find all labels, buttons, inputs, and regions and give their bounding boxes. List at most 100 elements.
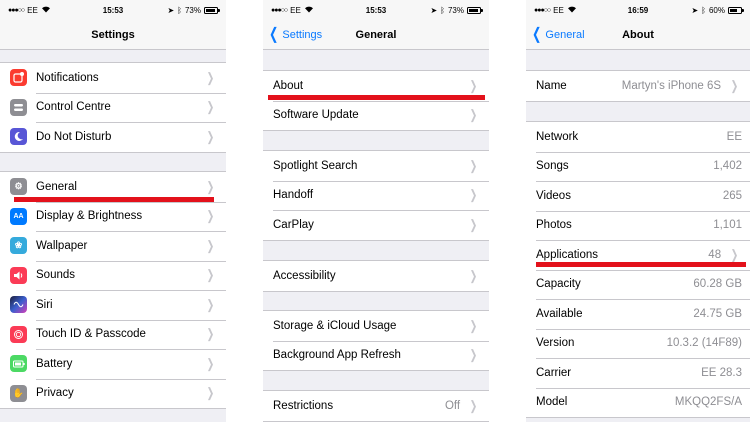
general-row-handoff[interactable]: Handoff ❯ — [263, 180, 489, 211]
row-value: 10.3.2 (14F89) — [666, 337, 742, 350]
settings-row-do-not-disturb[interactable]: Do Not Disturb ❯ — [0, 122, 226, 152]
row-label: Display & Brightness — [36, 210, 143, 223]
carrier-label: EE — [290, 5, 301, 15]
row-label: Capacity — [536, 278, 581, 291]
carrier-label: EE — [27, 5, 38, 15]
settings-row-display-brightness[interactable]: AA Display & Brightness ❯ — [0, 201, 226, 232]
chevron-right-icon: ❯ — [730, 77, 739, 93]
settings-row-control-centre[interactable]: Control Centre ❯ — [0, 92, 226, 123]
row-label: Available — [536, 307, 583, 320]
chevron-right-icon: ❯ — [469, 187, 478, 203]
bluetooth-icon: ᛒ — [177, 5, 182, 15]
control-centre-icon — [10, 98, 27, 116]
general-row-software-update[interactable]: Software Update ❯ — [263, 100, 489, 131]
chevron-right-icon: ❯ — [206, 178, 215, 194]
row-label: Control Centre — [36, 101, 111, 114]
general-row-accessibility[interactable]: Accessibility ❯ — [263, 261, 489, 291]
row-label: Photos — [536, 219, 572, 232]
about-row-videos: Videos 265 — [526, 181, 750, 211]
chevron-right-icon: ❯ — [469, 216, 478, 232]
general-group-search: Spotlight Search ❯ Handoff ❯ CarPlay ❯ — [263, 150, 489, 241]
row-value: 1,101 — [713, 219, 742, 232]
back-button[interactable]: ❮ Settings — [267, 20, 322, 50]
back-label: Settings — [282, 29, 323, 41]
navigation-bar: ❮ General About — [526, 20, 750, 50]
about-row-name[interactable]: Name Martyn's iPhone 6S ❯ — [526, 71, 750, 101]
signal-icon: ●●●○○ — [8, 6, 25, 14]
settings-row-sounds[interactable]: Sounds ❯ — [0, 260, 226, 291]
about-row-available: Available 24.75 GB — [526, 299, 750, 329]
row-value: EE — [726, 130, 742, 143]
row-label: Touch ID & Passcode — [36, 328, 146, 341]
battery-percent: 73% — [184, 5, 201, 15]
chevron-left-icon: ❮ — [532, 26, 542, 43]
settings-row-siri[interactable]: Siri ❯ — [0, 290, 226, 320]
about-group-details: Network EE Songs 1,402 Videos 265 Photos… — [526, 121, 750, 418]
about-group-name: Name Martyn's iPhone 6S ❯ — [526, 70, 750, 102]
row-label: Model — [536, 396, 568, 409]
about-row-model: Model MKQQ2FS/A — [526, 387, 750, 418]
row-label: Do Not Disturb — [36, 130, 112, 143]
settings-row-battery[interactable]: Battery ❯ — [0, 349, 226, 379]
settings-screen: ●●●○○ EE 15:53 ➤ ᛒ 73% Settings Notifica… — [0, 0, 226, 422]
settings-row-notifications[interactable]: Notifications ❯ — [0, 63, 226, 93]
status-bar: ●●●○○ EE 15:53 ➤ ᛒ 73% — [0, 0, 226, 20]
page-title: Settings — [91, 28, 135, 41]
chevron-right-icon: ❯ — [206, 296, 215, 312]
row-value: 265 — [722, 189, 742, 202]
highlight-underline — [268, 95, 485, 100]
page-title: About — [622, 28, 654, 41]
general-row-restrictions[interactable]: Restrictions Off ❯ — [263, 391, 489, 421]
chevron-right-icon: ❯ — [206, 69, 215, 85]
row-label: Notifications — [36, 71, 99, 84]
row-label: Videos — [536, 189, 571, 202]
general-row-spotlight-search[interactable]: Spotlight Search ❯ — [263, 151, 489, 181]
gear-icon: ⚙ — [10, 178, 27, 196]
chevron-right-icon: ❯ — [469, 77, 478, 93]
about-row-songs: Songs 1,402 — [526, 151, 750, 182]
signal-icon: ●●●○○ — [271, 6, 288, 14]
chevron-right-icon: ❯ — [206, 208, 215, 224]
settings-row-wallpaper[interactable]: ❀ Wallpaper ❯ — [0, 231, 226, 261]
settings-group-main: ⚙ General ❯ AA Display & Brightness ❯ ❀ … — [0, 171, 226, 409]
chevron-right-icon: ❯ — [469, 157, 478, 173]
carrier-label: EE — [553, 5, 564, 15]
row-label: Sounds — [36, 269, 76, 282]
back-button[interactable]: ❮ General — [530, 20, 585, 50]
chevron-right-icon: ❯ — [206, 128, 215, 144]
status-bar: ●●●○○ EE 15:53 ➤ ᛒ 73% — [263, 0, 489, 20]
siri-icon — [10, 296, 27, 314]
about-row-network: Network EE — [526, 122, 750, 152]
row-label: Handoff — [273, 189, 314, 202]
chevron-right-icon: ❯ — [206, 99, 215, 115]
battery-percent: 73% — [447, 5, 464, 15]
chevron-right-icon: ❯ — [206, 385, 215, 401]
general-row-storage-icloud[interactable]: Storage & iCloud Usage ❯ — [263, 311, 489, 341]
row-label: Carrier — [536, 366, 572, 379]
hand-icon: ✋ — [10, 384, 27, 402]
about-row-photos: Photos 1,101 — [526, 210, 750, 241]
row-label: Siri — [36, 298, 53, 311]
general-screen: ●●●○○ EE 15:53 ➤ ᛒ 73% ❮ Settings Genera… — [263, 0, 489, 422]
row-label: Accessibility — [273, 269, 336, 282]
chevron-right-icon: ❯ — [206, 237, 215, 253]
speaker-icon — [10, 266, 27, 284]
row-label: Storage & iCloud Usage — [273, 319, 397, 332]
general-group-about: About ❯ Software Update ❯ — [263, 70, 489, 131]
navigation-bar: Settings — [0, 20, 226, 50]
settings-row-touch-id[interactable]: Touch ID & Passcode ❯ — [0, 319, 226, 350]
row-value: MKQQ2FS/A — [674, 396, 742, 409]
wifi-icon — [41, 5, 51, 15]
general-row-background-app-refresh[interactable]: Background App Refresh ❯ — [263, 340, 489, 371]
battery-icon — [204, 6, 220, 14]
general-row-carplay[interactable]: CarPlay ❯ — [263, 210, 489, 240]
settings-row-privacy[interactable]: ✋ Privacy ❯ — [0, 378, 226, 409]
battery-percent: 60% — [708, 5, 725, 15]
row-label: Wallpaper — [36, 239, 88, 252]
location-icon: ➤ — [430, 5, 438, 15]
chevron-right-icon: ❯ — [469, 397, 478, 413]
row-value: Off — [444, 399, 461, 412]
row-label: Software Update — [273, 109, 359, 122]
page-title: General — [355, 28, 397, 41]
chevron-right-icon: ❯ — [206, 267, 215, 283]
